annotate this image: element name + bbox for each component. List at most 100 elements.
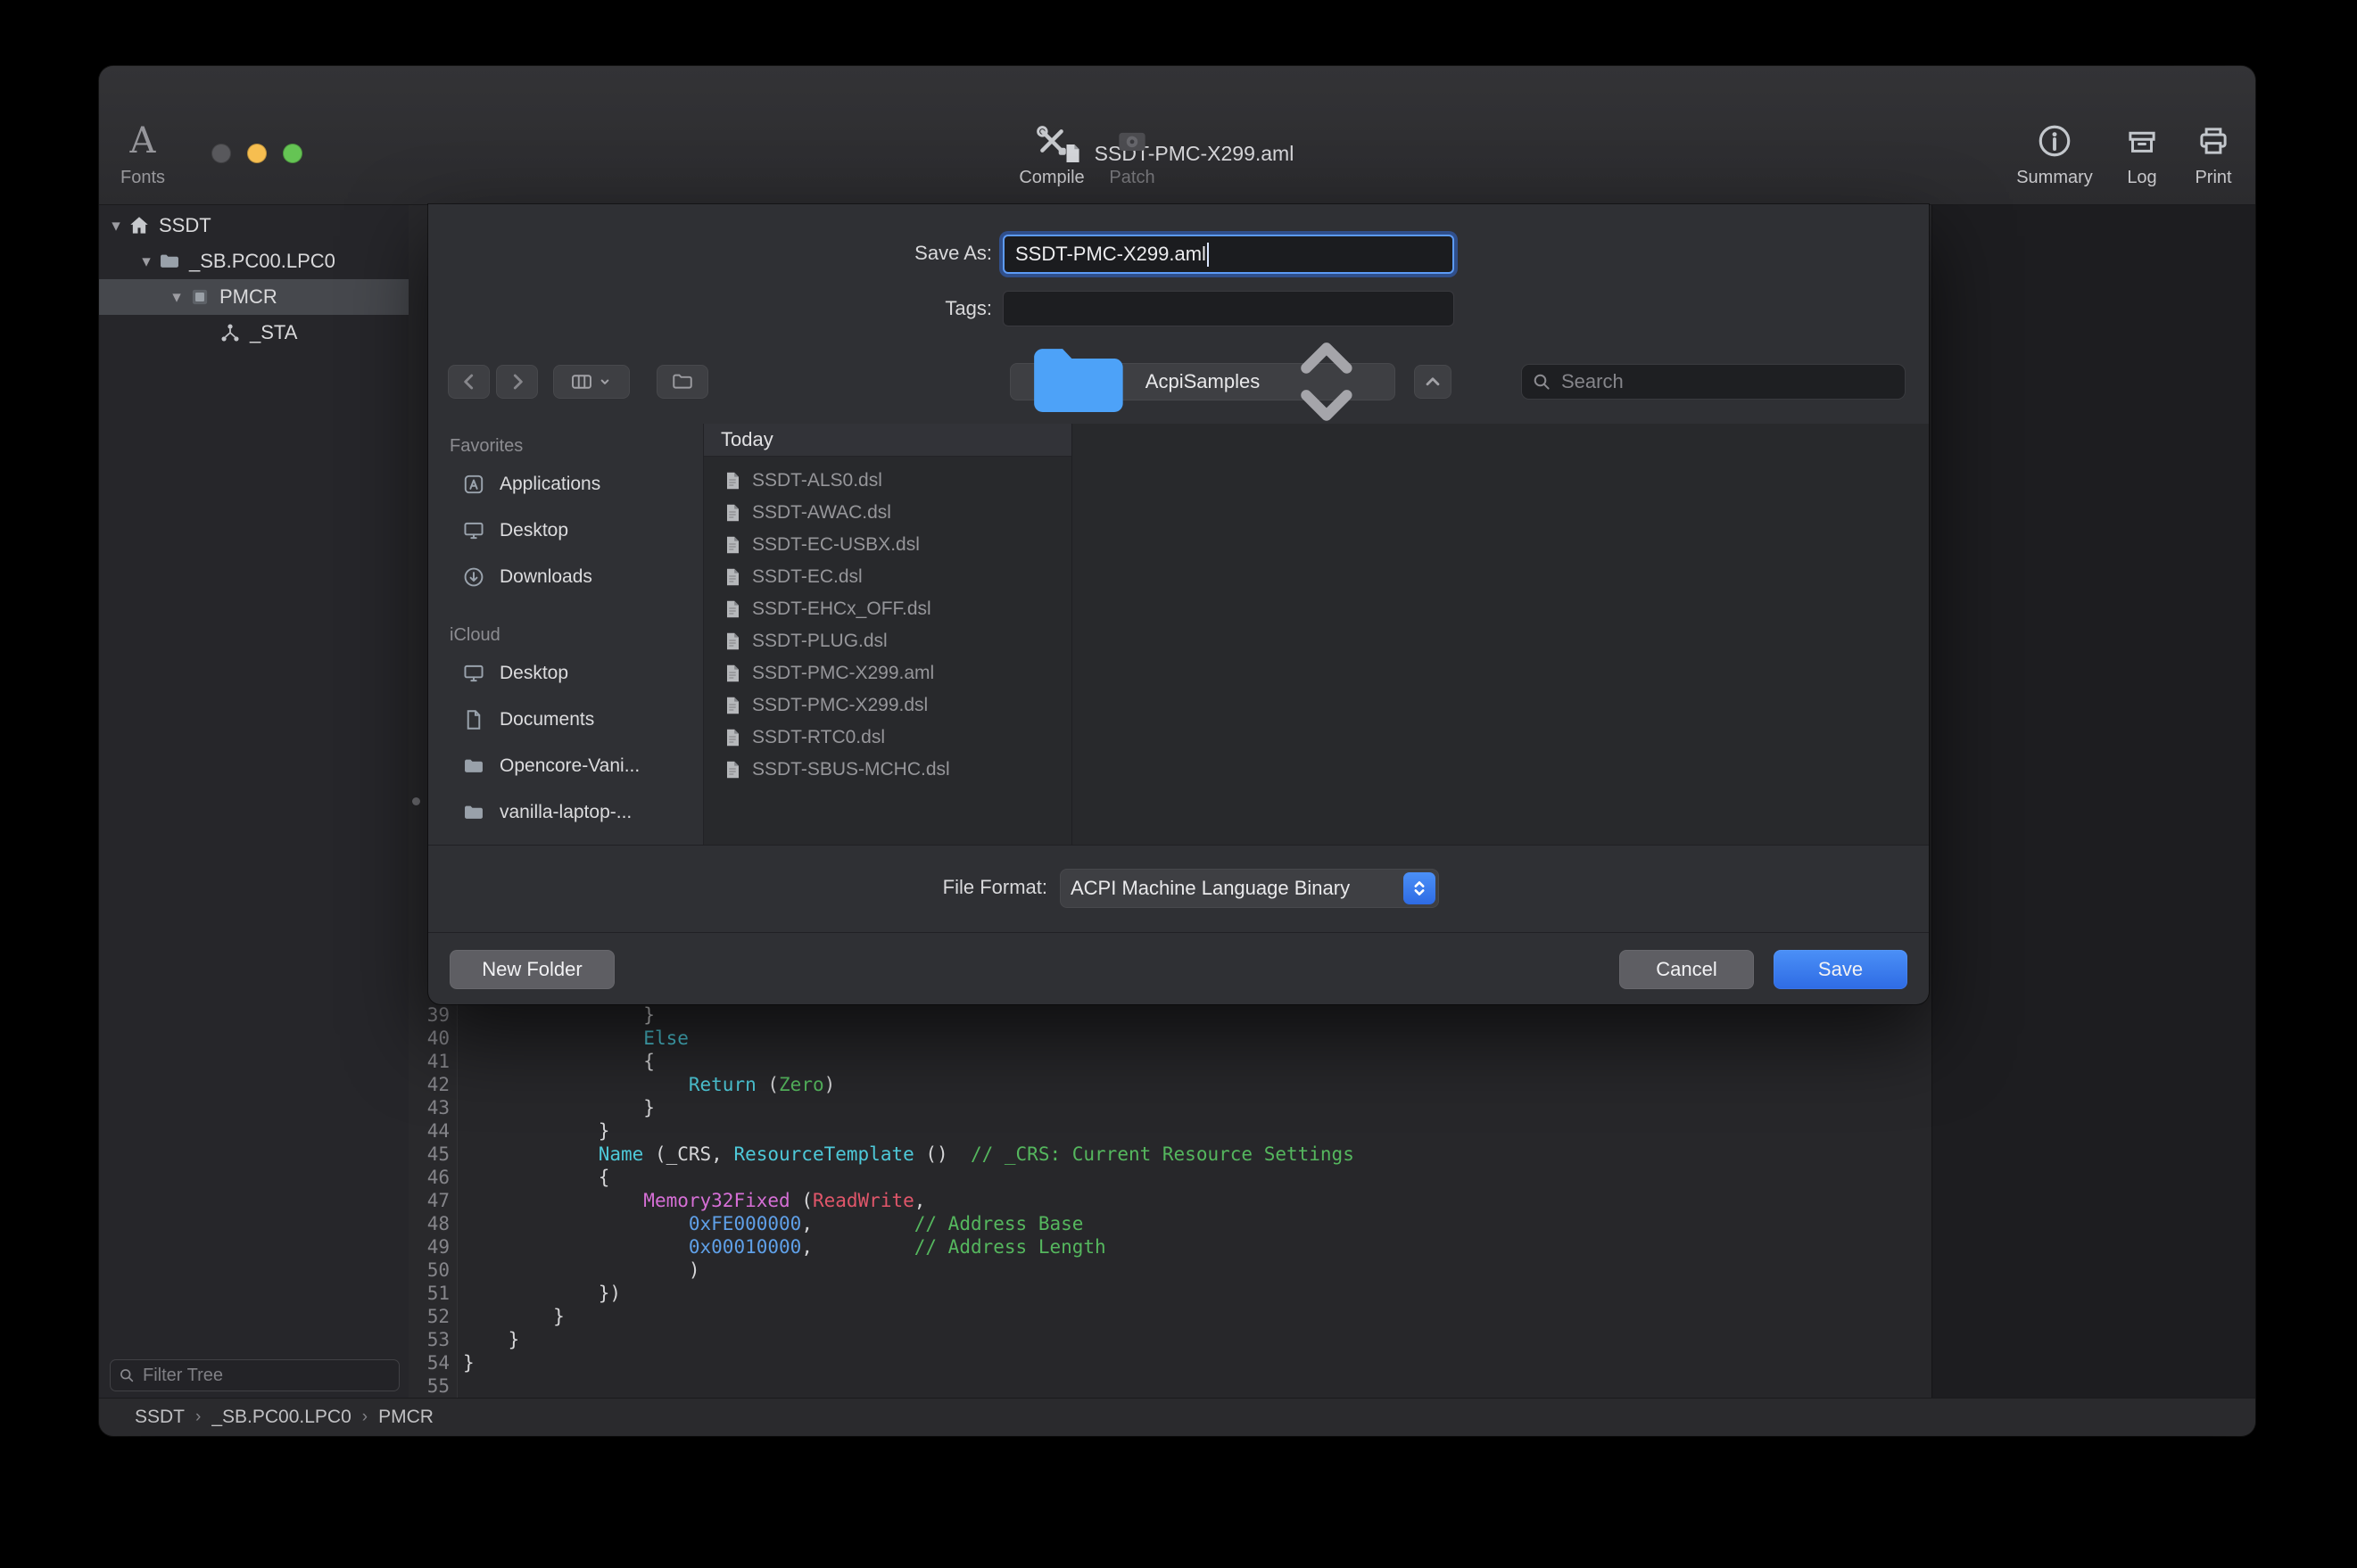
code-text: }) [457,1282,621,1305]
sidebar-item-vanilla-laptop[interactable]: vanilla-laptop-... [428,789,703,836]
line-number: 48 [409,1212,457,1235]
file-name: SSDT-RTC0.dsl [752,727,885,748]
file-row-ssdt-als0-dsl[interactable]: SSDT-ALS0.dsl [704,465,1929,497]
chevron-down-icon [597,374,613,390]
tree-item-label: SSDT [159,214,211,237]
breadcrumb-separator: › [362,1407,368,1427]
line-number: 50 [409,1259,457,1282]
search-input[interactable] [1559,369,1896,394]
toolbar-fonts-label: Fonts [99,168,214,188]
line-number: 42 [409,1073,457,1096]
search-field[interactable] [1521,364,1906,400]
tree-item-pmcr[interactable]: ▾PMCR [99,279,409,315]
code-line-40: 40 Else [409,1027,1931,1050]
code-line-53: 53 } [409,1328,1931,1351]
code-line-48: 48 0xFE000000, // Address Base [409,1212,1931,1235]
sidebar-item-desktop[interactable]: Desktop [428,650,703,697]
tree-item-sb-pc00-lpc0[interactable]: ▾_SB.PC00.LPC0 [99,243,409,279]
forward-button[interactable] [496,365,538,399]
device-icon [188,285,211,309]
file-document-icon [722,695,743,716]
toolbar-print[interactable]: Print [2142,116,2255,188]
sidebar-item-label: vanilla-laptop-... [500,802,632,823]
sidebar-item-documents[interactable]: Documents [428,697,703,743]
sidebar-item-applications[interactable]: Applications [428,461,703,508]
save-dialog: Save As: SSDT-PMC-X299.aml Tags: [428,204,1929,1004]
editor-right-pane [1931,204,2255,1399]
code-line-43: 43 } [409,1096,1931,1119]
column-view-icon [570,370,593,393]
breadcrumb-separator: › [195,1407,201,1427]
new-folder-button[interactable]: New Folder [450,950,615,989]
line-number: 47 [409,1189,457,1212]
tree-item-sta[interactable]: _STA [99,315,409,351]
file-row-ssdt-sbus-mchc-dsl[interactable]: SSDT-SBUS-MCHC.dsl [704,754,1929,786]
folder-icon [462,755,485,778]
splitter-handle[interactable] [412,797,420,805]
blue-folder-icon [1021,324,1137,440]
breadcrumb-item-ssdt[interactable]: SSDT [135,1407,185,1428]
chevron-left-icon [458,370,481,393]
code-text: 0x00010000, // Address Length [457,1235,1106,1259]
disclosure-triangle[interactable]: ▾ [104,216,128,236]
code-text: Name (_CRS, ResourceTemplate () // _CRS:… [457,1143,1354,1166]
location-popup[interactable]: AcpiSamples [1010,363,1395,400]
file-document-icon [722,663,743,684]
tags-input[interactable] [1004,292,1453,326]
file-format-popup[interactable]: ACPI Machine Language Binary [1060,869,1439,908]
popup-updown-icon [1269,324,1385,440]
toolbar-fonts[interactable]: A Fonts [99,116,214,188]
sidebar-item-downloads[interactable]: Downloads [428,554,703,600]
home-icon [128,214,151,237]
file-row-ssdt-ec-usbx-dsl[interactable]: SSDT-EC-USBX.dsl [704,529,1929,561]
file-row-ssdt-ehcx-off-dsl[interactable]: SSDT-EHCx_OFF.dsl [704,593,1929,625]
file-row-ssdt-pmc-x299-aml[interactable]: SSDT-PMC-X299.aml [704,657,1929,689]
filter-tree-field[interactable] [110,1359,400,1391]
file-row-ssdt-rtc0-dsl[interactable]: SSDT-RTC0.dsl [704,722,1929,754]
location-value: AcpiSamples [1145,370,1260,393]
file-name: SSDT-SBUS-MCHC.dsl [752,759,950,780]
view-mode-button[interactable] [553,365,630,399]
disclosure-triangle[interactable]: ▾ [165,287,188,308]
file-row-ssdt-awac-dsl[interactable]: SSDT-AWAC.dsl [704,497,1929,529]
toolbar-patch[interactable]: Patch [1061,116,1203,188]
file-row-ssdt-pmc-x299-dsl[interactable]: SSDT-PMC-X299.dsl [704,689,1929,722]
file-row-ssdt-ec-dsl[interactable]: SSDT-EC.dsl [704,561,1929,593]
file-name: SSDT-EC.dsl [752,566,863,588]
line-number: 55 [409,1374,457,1398]
back-button[interactable] [448,365,490,399]
sidebar-item-label: Desktop [500,663,568,684]
file-name: SSDT-PMC-X299.dsl [752,695,928,716]
cancel-button[interactable]: Cancel [1619,950,1754,989]
acpi-tree: ▾SSDT▾_SB.PC00.LPC0▾PMCR_STA [99,208,409,351]
code-text: Memory32Fixed (ReadWrite, [457,1189,925,1212]
code-text: { [457,1050,655,1073]
sidebar: ▾SSDT▾_SB.PC00.LPC0▾PMCR_STA [99,204,409,1399]
chevron-right-icon [506,370,529,393]
breadcrumb-item-pmcr[interactable]: PMCR [378,1407,434,1428]
code-text: Else [457,1027,689,1050]
tree-item-ssdt[interactable]: ▾ SSDT [99,208,409,243]
tags-field[interactable] [1003,291,1454,326]
sidebar-item-opencore-vani[interactable]: Opencore-Vani... [428,743,703,789]
file-row-ssdt-plug-dsl[interactable]: SSDT-PLUG.dsl [704,625,1929,657]
code-line-42: 42 Return (Zero) [409,1073,1931,1096]
code-text: } [457,1119,609,1143]
breadcrumb-item-sb-pc00-lpc0[interactable]: _SB.PC00.LPC0 [211,1407,351,1428]
toolbar-patch-label: Patch [1061,168,1203,188]
code-text: } [457,1328,519,1351]
code-line-55: 55 [409,1374,1931,1398]
code-line-54: 54} [409,1351,1931,1374]
save-as-field[interactable]: SSDT-PMC-X299.aml [1003,235,1454,274]
sidebar-item-desktop[interactable]: Desktop [428,508,703,554]
code-line-45: 45 Name (_CRS, ResourceTemplate () // _C… [409,1143,1931,1166]
folder-icon [671,370,694,393]
sidebar-item-label: Documents [500,709,594,730]
filter-tree-input[interactable] [141,1365,392,1387]
code-line-52: 52 } [409,1305,1931,1328]
collapse-browser-button[interactable] [1414,365,1451,399]
disclosure-triangle[interactable]: ▾ [135,252,158,272]
breadcrumb[interactable]: SSDT › _SB.PC00.LPC0 › PMCR [135,1407,434,1428]
save-button[interactable]: Save [1774,950,1907,989]
folder-action-button[interactable] [657,365,708,399]
